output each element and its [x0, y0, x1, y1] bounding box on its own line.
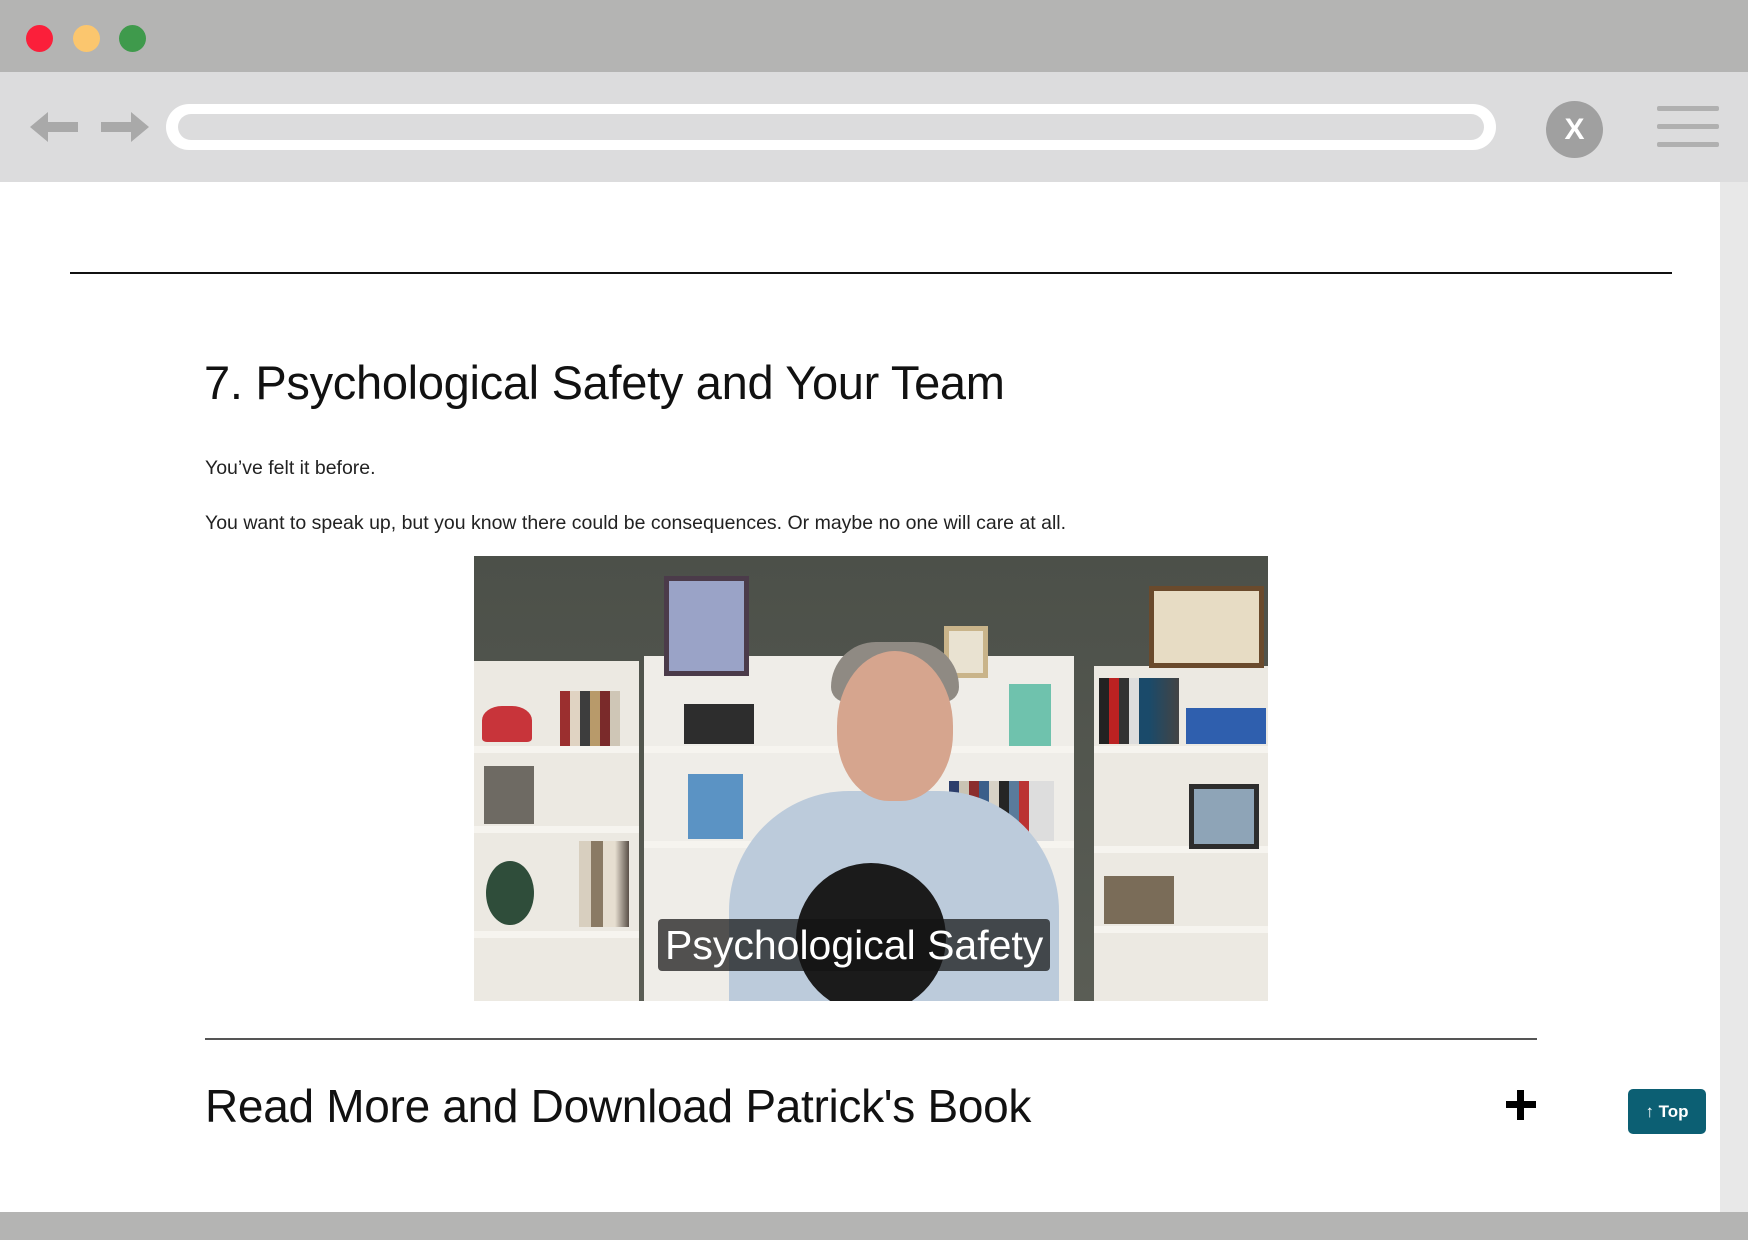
hamburger-menu-icon[interactable] [1657, 106, 1719, 148]
video-caption: Psychological Safety [658, 919, 1051, 971]
section-divider [70, 272, 1672, 274]
window-bottom-bar [0, 1212, 1748, 1240]
window-maximize-button[interactable] [119, 25, 146, 52]
address-bar[interactable] [166, 104, 1496, 150]
article-paragraph: You’ve felt it before. [205, 457, 376, 479]
scrollbar[interactable] [1720, 182, 1748, 1212]
browser-toolbar: X [0, 72, 1748, 182]
accordion-title[interactable]: Read More and Download Patrick's Book [205, 1079, 1031, 1133]
page-viewport: 7. Psychological Safety and Your Team Yo… [0, 182, 1720, 1212]
window-close-button[interactable] [26, 25, 53, 52]
close-icon[interactable]: X [1546, 101, 1603, 158]
video-player[interactable]: Psychological Safety [474, 556, 1268, 1001]
address-input[interactable] [178, 114, 1484, 140]
plus-icon[interactable] [1506, 1090, 1536, 1120]
window-titlebar [0, 0, 1748, 72]
arrow-right-icon[interactable] [97, 110, 149, 144]
back-to-top-button[interactable]: ↑ Top [1628, 1089, 1706, 1134]
accordion-divider [205, 1038, 1537, 1040]
article-paragraph: You want to speak up, but you know there… [205, 512, 1067, 534]
picture-frame [664, 576, 749, 676]
arrow-left-icon[interactable] [30, 110, 82, 144]
window-minimize-button[interactable] [73, 25, 100, 52]
section-heading: 7. Psychological Safety and Your Team [204, 356, 1005, 409]
